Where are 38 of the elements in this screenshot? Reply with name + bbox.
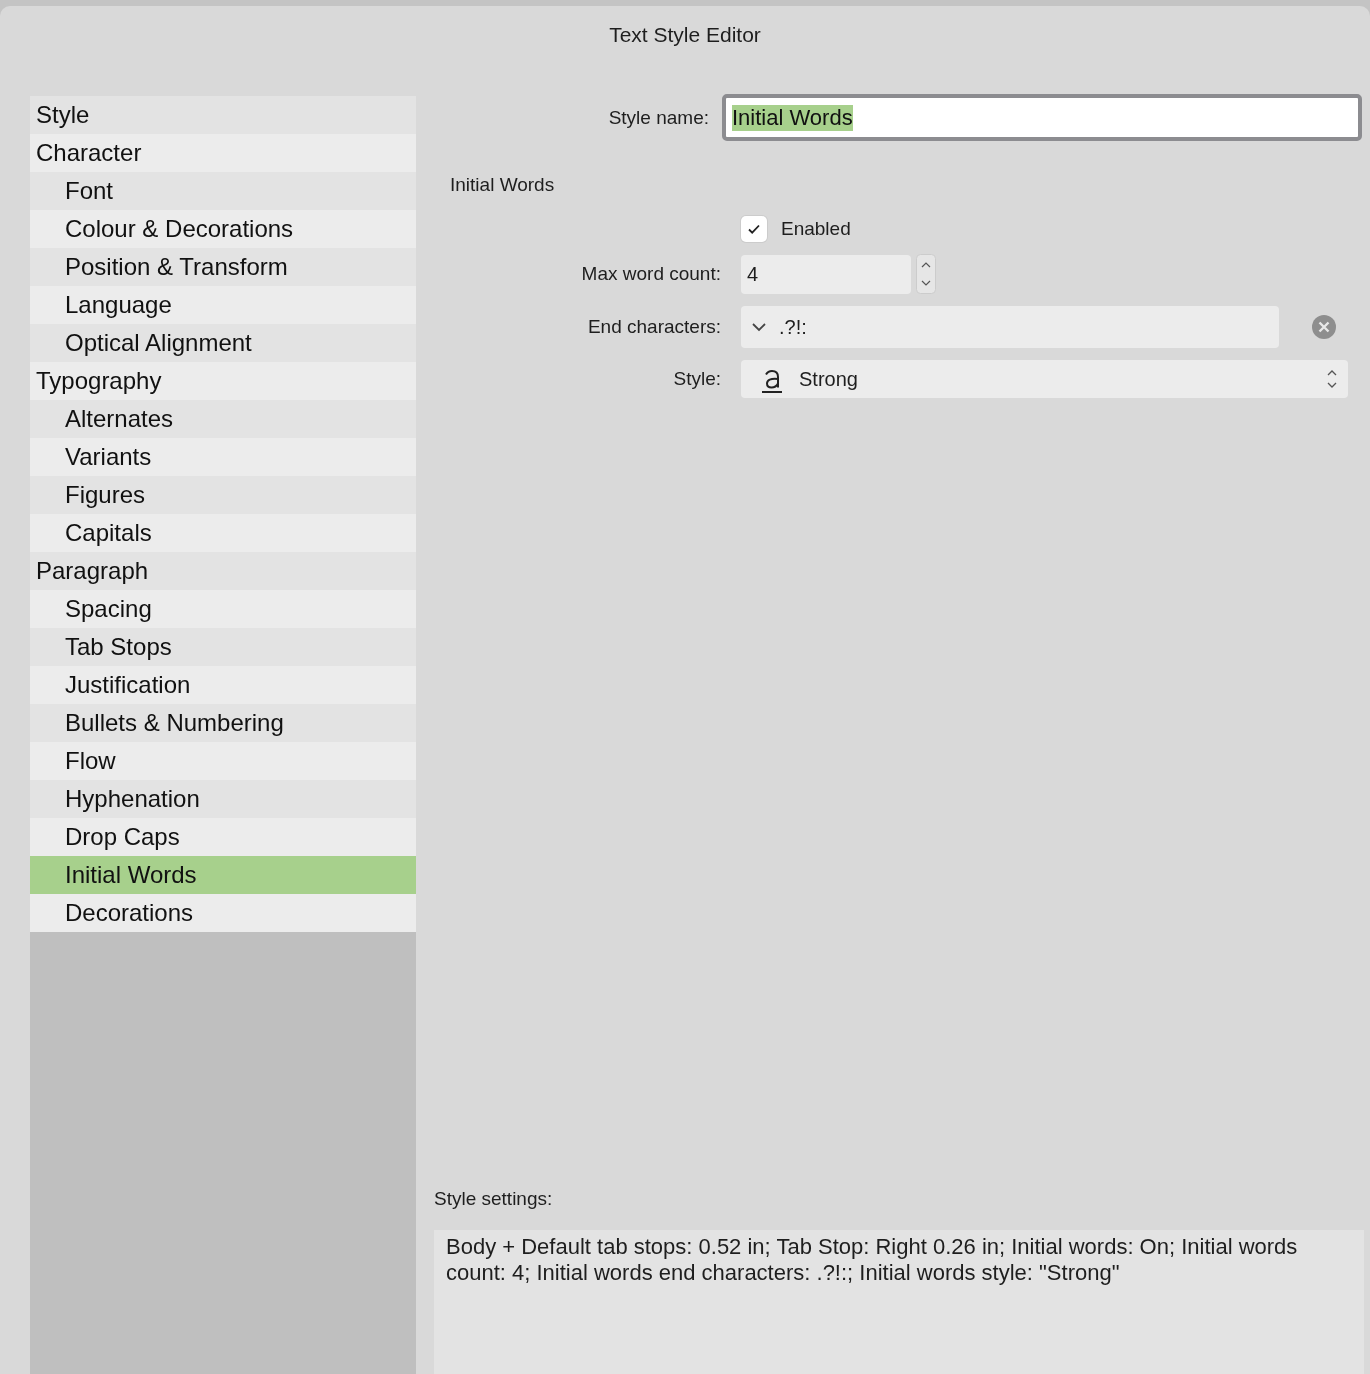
section-title: Initial Words: [450, 174, 556, 196]
style-name-field[interactable]: Initial Words: [722, 94, 1362, 141]
sidebar-item[interactable]: Style: [30, 96, 416, 134]
sidebar-item[interactable]: Figures: [30, 476, 416, 514]
style-dropdown[interactable]: Strong: [741, 360, 1348, 398]
word-count-field[interactable]: 4: [741, 254, 911, 294]
sidebar-item[interactable]: Typography: [30, 362, 416, 400]
field-label: Style name:: [607, 106, 709, 129]
sidebar-item[interactable]: Variants: [30, 438, 416, 476]
sidebar-item[interactable]: Drop Caps: [30, 818, 416, 856]
sidebar-item[interactable]: Colour & Decorations: [30, 210, 416, 248]
sidebar-item[interactable]: Spacing: [30, 590, 416, 628]
sidebar-item[interactable]: Decorations: [30, 894, 416, 932]
sidebar-item[interactable]: Position & Transform: [30, 248, 416, 286]
enabled-checkbox[interactable]: [741, 216, 767, 242]
sidebar-item[interactable]: Paragraph: [30, 552, 416, 590]
sidebar-item[interactable]: Font: [30, 172, 416, 210]
sidebar-item[interactable]: Tab Stops: [30, 628, 416, 666]
style-settings-text: Body + Default tab stops: 0.52 in; Tab Stop: Right 0.26 in; Initial words: On; Initial words count: 4; Initial words end characters: .?!:; Initial words style: "Strong": [434, 1230, 1364, 1374]
chevron-down-icon[interactable]: [751, 322, 767, 332]
sidebar-item[interactable]: Initial Words: [30, 856, 416, 894]
sidebar-item[interactable]: Language: [30, 286, 416, 324]
sidebar-item[interactable]: Hyphenation: [30, 780, 416, 818]
sidebar-item[interactable]: Alternates: [30, 400, 416, 438]
field-label: Style:: [672, 368, 721, 390]
sidebar-item[interactable]: Optical Alignment: [30, 324, 416, 362]
field-label: Max word count:: [580, 263, 721, 285]
end-characters-field[interactable]: .?!:: [741, 306, 1279, 348]
field-label: End characters:: [586, 316, 721, 338]
sidebar-item[interactable]: Flow: [30, 742, 416, 780]
sidebar-item[interactable]: Character: [30, 134, 416, 172]
sidebar-item[interactable]: Justification: [30, 666, 416, 704]
settings-label: Style settings:: [434, 1188, 554, 1210]
window-title: Text Style Editor: [608, 22, 762, 48]
checkbox-label: Enabled: [781, 218, 851, 240]
clear-icon[interactable]: [1312, 315, 1336, 339]
sidebar-item[interactable]: Bullets & Numbering: [30, 704, 416, 742]
sidebar-item[interactable]: Capitals: [30, 514, 416, 552]
